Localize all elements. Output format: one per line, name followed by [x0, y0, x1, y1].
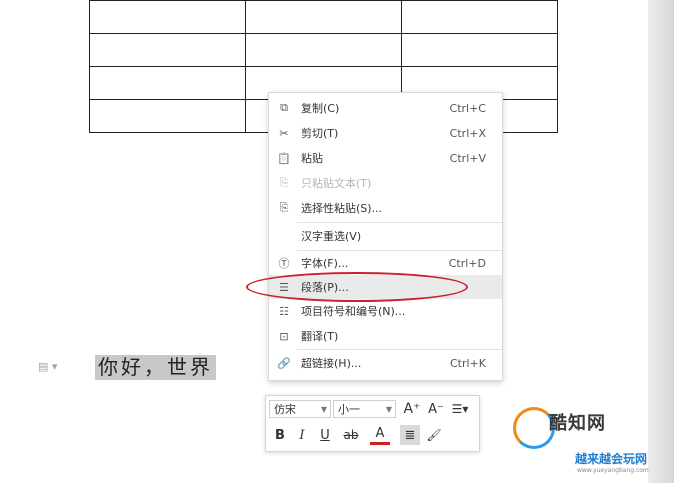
translate-icon: ⊡	[279, 329, 289, 343]
font-size-value: 小一	[338, 403, 360, 416]
paste-icon: 📋	[277, 151, 291, 165]
context-menu: ⧉ 复制(C) Ctrl+C ✂ 剪切(T) Ctrl+X 📋 粘贴 Ctrl+…	[268, 92, 503, 381]
menu-item-label: 项目符号和编号(N)...	[301, 305, 406, 318]
menu-item-shortcut: Ctrl+X	[449, 126, 486, 140]
menu-item-shortcut: Ctrl+D	[448, 256, 486, 270]
table-cell[interactable]	[89, 33, 246, 67]
menu-item-copy[interactable]: ⧉ 复制(C) Ctrl+C	[269, 96, 502, 120]
watermark-title: 酷知网	[549, 413, 606, 434]
line-spacing-icon[interactable]: ☰▾	[450, 399, 470, 419]
table-cell[interactable]	[401, 33, 558, 67]
site-watermark: 酷知网 越来越会玩网 www.yueyangbang.com	[513, 407, 653, 477]
menu-item-label: 复制(C)	[301, 102, 340, 115]
floating-format-toolbar: 仿宋 ▼ 小一 ▼ A⁺ A⁻ ☰▾ B I U ab A ≣ 🖌	[265, 395, 480, 452]
chevron-down-icon: ▼	[385, 404, 392, 414]
menu-item-label: 选择性粘贴(S)...	[301, 202, 383, 215]
menu-item-label: 超链接(H)...	[301, 357, 362, 370]
bullets-icon: ☷	[279, 304, 289, 318]
font-name-value: 仿宋	[274, 403, 296, 416]
table-cell[interactable]	[89, 0, 246, 34]
menu-separator	[297, 222, 502, 223]
strikethrough-button[interactable]: ab	[338, 425, 364, 445]
paste-text-icon: ⎘	[279, 176, 289, 189]
menu-item-label: 只粘贴文本(T)	[301, 177, 372, 190]
watermark-url: www.yueyangbang.com	[577, 467, 649, 474]
watermark-subtitle: 越来越会玩网	[575, 452, 648, 466]
table-row	[89, 33, 558, 67]
menu-item-label: 字体(F)...	[301, 257, 349, 270]
menu-separator	[297, 349, 502, 350]
font-name-select[interactable]: 仿宋 ▼	[269, 400, 331, 418]
menu-item-label: 粘贴	[301, 152, 323, 165]
font-color-button[interactable]: A	[370, 425, 390, 445]
table-cell[interactable]	[401, 0, 558, 34]
menu-item-paste-special[interactable]: ⎘ 选择性粘贴(S)...	[269, 196, 502, 220]
red-annotation-ellipse	[246, 272, 468, 302]
table-cell[interactable]	[245, 33, 402, 67]
menu-item-font[interactable]: Ⓣ 字体(F)... Ctrl+D	[269, 251, 502, 275]
menu-item-hyperlink[interactable]: 🔗 超链接(H)... Ctrl+K	[269, 351, 502, 375]
font-icon: Ⓣ	[278, 257, 290, 270]
table-cell[interactable]	[89, 66, 246, 100]
table-cell[interactable]	[245, 0, 402, 34]
menu-item-paste-text-only[interactable]: ⎘ 只粘贴文本(T)	[269, 171, 502, 195]
shrink-font-button[interactable]: A⁻	[426, 399, 446, 419]
copy-icon: ⧉	[280, 101, 288, 114]
table-row	[89, 0, 558, 34]
paragraph-handle-icon[interactable]: ▤ ▾	[38, 360, 57, 373]
align-justify-icon[interactable]: ≣	[400, 425, 420, 445]
font-size-select[interactable]: 小一 ▼	[333, 400, 396, 418]
paste-special-icon: ⎘	[279, 201, 289, 214]
menu-item-translate[interactable]: ⊡ 翻译(T)	[269, 324, 502, 348]
cut-icon: ✂	[279, 126, 289, 140]
format-painter-icon[interactable]: 🖌	[424, 425, 444, 445]
menu-item-reselect-chars[interactable]: 汉字重选(V)	[269, 224, 502, 248]
menu-item-shortcut: Ctrl+K	[449, 356, 486, 370]
menu-item-label: 剪切(T)	[301, 127, 339, 140]
menu-item-label: 翻译(T)	[301, 330, 339, 343]
table-cell[interactable]	[89, 99, 246, 133]
menu-item-label: 汉字重选(V)	[301, 230, 362, 243]
link-icon: 🔗	[277, 356, 291, 370]
menu-item-shortcut: Ctrl+V	[449, 151, 486, 165]
menu-item-bullets-numbering[interactable]: ☷ 项目符号和编号(N)...	[269, 299, 502, 323]
bold-button[interactable]: B	[270, 425, 290, 445]
underline-button[interactable]: U	[315, 425, 335, 445]
chevron-down-icon: ▼	[320, 404, 327, 414]
italic-button[interactable]: I	[292, 425, 312, 445]
menu-item-cut[interactable]: ✂ 剪切(T) Ctrl+X	[269, 121, 502, 145]
menu-item-shortcut: Ctrl+C	[449, 101, 486, 115]
menu-item-paste[interactable]: 📋 粘贴 Ctrl+V	[269, 146, 502, 170]
grow-font-button[interactable]: A⁺	[402, 399, 422, 419]
selected-text[interactable]: 你好，世界	[95, 355, 216, 380]
